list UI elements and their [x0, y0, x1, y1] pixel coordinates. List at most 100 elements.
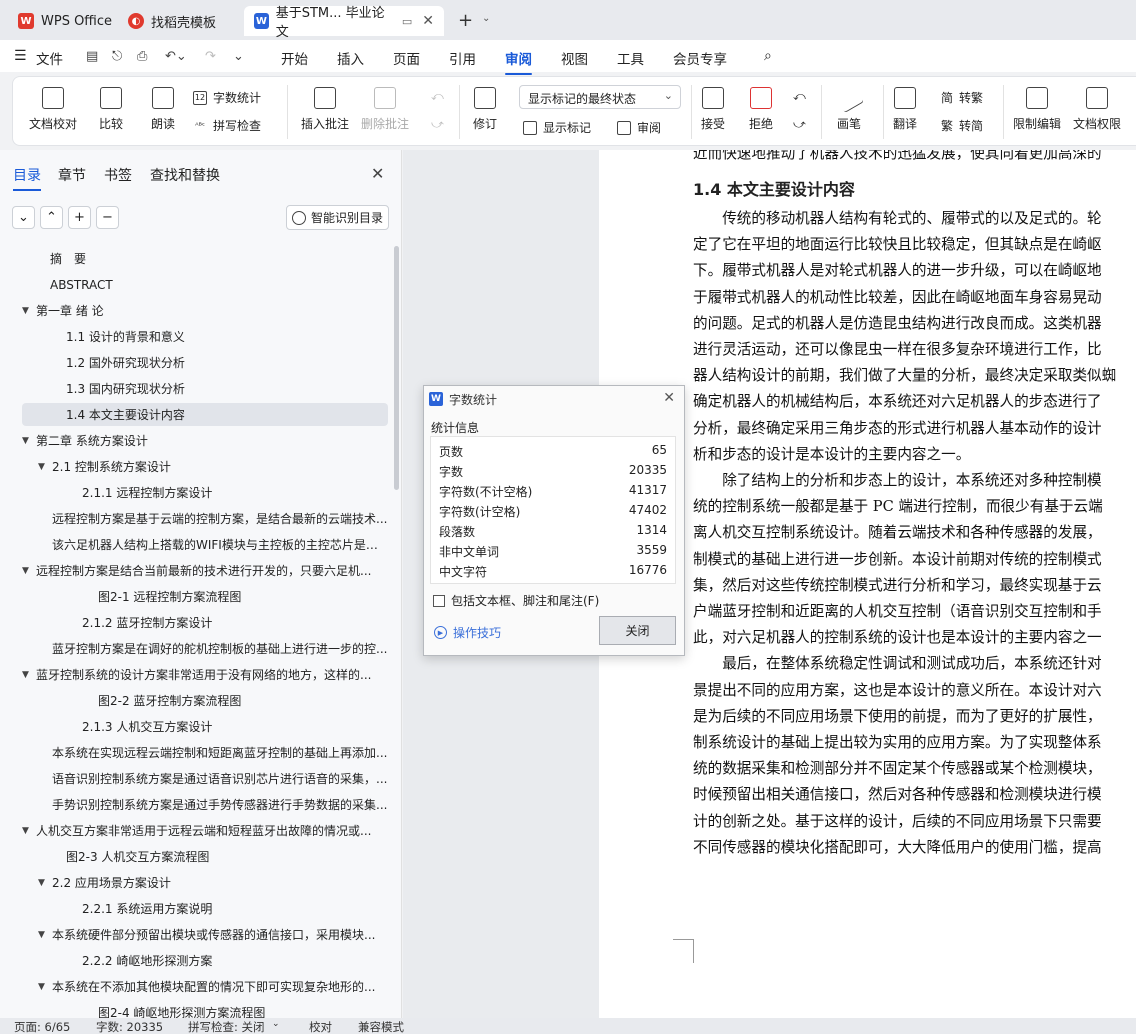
undo-icon[interactable]: ↶⌄: [165, 49, 187, 64]
search-icon[interactable]: ⌕: [764, 48, 772, 64]
toc-item[interactable]: 1.4 本文主要设计内容: [22, 403, 388, 426]
toc-item[interactable]: 2.1.3 人机交互方案设计: [22, 715, 388, 738]
nav-tab-find-replace[interactable]: 查找和替换: [150, 165, 220, 185]
next-comment-icon[interactable]: ⤻: [431, 117, 444, 132]
close-button[interactable]: 关闭: [599, 616, 676, 645]
spell-check-button[interactable]: ᴬᴮᶜ 拼写检查: [193, 117, 261, 134]
include-textbox-checkbox[interactable]: 包括文本框、脚注和尾注(F): [433, 592, 599, 609]
revise-button[interactable]: 修订: [473, 87, 497, 132]
tab-wps-office[interactable]: W WPS Office: [8, 6, 122, 36]
to-simplified-button[interactable]: 繁 转简: [941, 117, 983, 134]
expand-arrow-icon[interactable]: ▼: [38, 878, 52, 888]
doc-permission-button[interactable]: 文档权限: [1073, 87, 1121, 132]
menu-member[interactable]: 会员专享: [673, 48, 727, 68]
delete-comment-button[interactable]: 删除批注: [361, 87, 409, 132]
window-mode-icon[interactable]: ▭: [402, 15, 412, 28]
menu-page[interactable]: 页面: [393, 48, 420, 68]
status-words[interactable]: 字数: 20335: [96, 1019, 163, 1034]
toc-item[interactable]: ▼ 2.1 控制系统方案设计: [22, 455, 388, 478]
more-quick-access-icon[interactable]: ⌄: [233, 49, 244, 64]
toc-item[interactable]: 2.2.2 崎岖地形探测方案: [22, 949, 388, 972]
toc-item[interactable]: ▼ 远程控制方案是结合当前最新的技术进行开发的，只要六足机...: [22, 559, 388, 582]
toc-item[interactable]: ▼ 第一章 绪 论: [22, 299, 388, 322]
show-markup-button[interactable]: 显示标记: [523, 119, 591, 136]
expand-arrow-icon[interactable]: ▼: [38, 930, 52, 940]
toc-item[interactable]: ▼ 本系统硬件部分预留出模块或传感器的通信接口，采用模块...: [22, 923, 388, 946]
toc-item[interactable]: 手势识别控制系统方案是通过手势传感器进行手势数据的采集...: [38, 793, 388, 816]
translate-button[interactable]: 翻译: [893, 87, 917, 132]
markup-mode-dropdown[interactable]: 显示标记的最终状态 ⌄: [519, 85, 681, 109]
toc-item[interactable]: 本系统在实现远程云端控制和短距离蓝牙控制的基础上再添加...: [38, 741, 388, 764]
tab-thesis-document[interactable]: W 基于STM... 毕业论文 ▭ ✕: [244, 6, 444, 40]
collapse-chevron-down-icon[interactable]: ⌄: [12, 206, 35, 229]
status-spell-check[interactable]: 拼写检查: 关闭: [188, 1019, 265, 1034]
expand-arrow-icon[interactable]: ▼: [22, 670, 36, 680]
menu-review[interactable]: 审阅: [505, 48, 532, 75]
redo-icon[interactable]: ↷: [205, 49, 216, 64]
close-icon[interactable]: ✕: [663, 390, 675, 406]
smart-toc-button[interactable]: 智能识别目录: [286, 205, 389, 230]
toc-item[interactable]: 图2-2 蓝牙控制方案流程图: [22, 689, 388, 712]
review-pane-button[interactable]: 审阅: [617, 119, 661, 136]
toc-item[interactable]: ▼ 人机交互方案非常适用于远程云端和短程蓝牙出故障的情况或...: [22, 819, 388, 842]
add-heading-plus-icon[interactable]: +: [68, 206, 91, 229]
toc-item[interactable]: 图2-1 远程控制方案流程图: [22, 585, 388, 608]
toc-item[interactable]: 1.2 国外研究现状分析: [22, 351, 388, 374]
restrict-edit-button[interactable]: 限制编辑: [1013, 87, 1061, 132]
insert-comment-button[interactable]: 插入批注: [301, 87, 349, 132]
nav-tab-bookmarks[interactable]: 书签: [104, 165, 132, 185]
tips-link[interactable]: ▶ 操作技巧: [434, 624, 501, 641]
nav-scrollbar[interactable]: [394, 246, 399, 490]
toc-item[interactable]: 图2-3 人机交互方案流程图: [22, 845, 388, 868]
chevron-down-icon[interactable]: ⌄: [482, 13, 490, 24]
toc-item[interactable]: ▼ 第二章 系统方案设计: [22, 429, 388, 452]
toc-item[interactable]: 1.3 国内研究现状分析: [22, 377, 388, 400]
expand-arrow-icon[interactable]: ▼: [22, 436, 36, 446]
new-tab-plus-icon[interactable]: +: [458, 10, 473, 31]
menu-file[interactable]: 文件: [36, 48, 63, 68]
word-count-button[interactable]: 12 字数统计: [193, 89, 261, 106]
tab-docer-templates[interactable]: ◐ 找稻壳模板: [118, 6, 226, 36]
nav-tab-toc[interactable]: 目录: [13, 165, 41, 191]
menu-start[interactable]: 开始: [281, 48, 308, 68]
toc-item[interactable]: 2.1.2 蓝牙控制方案设计: [22, 611, 388, 634]
menu-view[interactable]: 视图: [561, 48, 588, 68]
toc-item[interactable]: ▼ 蓝牙控制系统的设计方案非常适用于没有网络的地方，这样的...: [22, 663, 388, 686]
toc-item[interactable]: 2.1.1 远程控制方案设计: [22, 481, 388, 504]
toc-item[interactable]: 蓝牙控制方案是在调好的舵机控制板的基础上进行进一步的控...: [38, 637, 388, 660]
toc-item[interactable]: ABSTRACT: [22, 273, 388, 296]
expand-arrow-icon[interactable]: ▼: [38, 462, 52, 472]
toc-item[interactable]: 摘 要: [22, 247, 388, 270]
toc-item[interactable]: 语音识别控制系统方案是通过语音识别芯片进行语音的采集，...: [38, 767, 388, 790]
menu-tools[interactable]: 工具: [617, 48, 644, 68]
next-revision-icon[interactable]: ⤻: [793, 117, 806, 132]
toc-item[interactable]: ▼ 本系统在不添加其他模块配置的情况下即可实现复杂地形的...: [22, 975, 388, 998]
to-traditional-button[interactable]: 简 转繁: [941, 89, 983, 106]
toc-item[interactable]: 1.1 设计的背景和意义: [22, 325, 388, 348]
compare-button[interactable]: 比较: [99, 87, 123, 132]
expand-arrow-icon[interactable]: ▼: [38, 982, 52, 992]
menu-reference[interactable]: 引用: [449, 48, 476, 68]
toc-item[interactable]: ▼ 2.2 应用场景方案设计: [22, 871, 388, 894]
share-icon[interactable]: ⎋: [112, 49, 122, 64]
ink-button[interactable]: 画笔: [833, 82, 865, 132]
accept-button[interactable]: 接受: [701, 87, 725, 132]
previous-revision-icon[interactable]: ⤺: [793, 89, 806, 104]
doc-check-button[interactable]: 文档校对: [29, 87, 77, 132]
toc-item[interactable]: 该六足机器人结构上搭载的WIFI模块与主控板的主控芯片是用...: [38, 533, 388, 556]
read-aloud-button[interactable]: 朗读: [151, 87, 175, 132]
expand-arrow-icon[interactable]: ▼: [22, 306, 36, 316]
close-tab-icon[interactable]: ✕: [422, 13, 434, 29]
print-preview-icon[interactable]: ⎙: [137, 49, 147, 64]
save-icon[interactable]: ▤: [86, 49, 98, 64]
expand-arrow-icon[interactable]: ▼: [22, 826, 36, 836]
remove-heading-minus-icon[interactable]: −: [96, 206, 119, 229]
hamburger-menu-icon[interactable]: ☰: [14, 48, 27, 64]
toc-item[interactable]: 2.2.1 系统运用方案说明: [22, 897, 388, 920]
status-page[interactable]: 页面: 6/65: [14, 1019, 70, 1034]
reject-button[interactable]: 拒绝: [749, 87, 773, 132]
menu-insert[interactable]: 插入: [337, 48, 364, 68]
expand-arrow-icon[interactable]: ▼: [22, 566, 36, 576]
chevron-down-icon[interactable]: ⌄: [272, 1019, 280, 1029]
chevron-up-icon[interactable]: ⌃: [40, 206, 63, 229]
